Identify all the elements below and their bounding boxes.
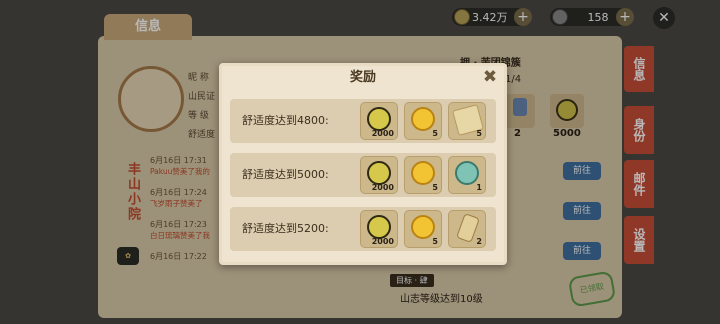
jade-coin-icon xyxy=(367,161,391,185)
reward-qty: 5 xyxy=(432,237,438,246)
teal-bowl-icon xyxy=(455,161,479,185)
gold-coin-icon xyxy=(411,215,435,239)
reward-qty: 2000 xyxy=(371,129,394,138)
reward-item[interactable]: 1 xyxy=(448,156,486,194)
reward-item[interactable]: 2000 xyxy=(360,156,398,194)
reward-item[interactable]: 5 xyxy=(404,102,442,140)
reward-qty: 5 xyxy=(476,129,482,138)
reward-item[interactable]: 2 xyxy=(448,210,486,248)
reward-item[interactable]: 2000 xyxy=(360,102,398,140)
reward-qty: 1 xyxy=(476,183,482,192)
reward-item[interactable]: 5 xyxy=(448,102,486,140)
row-requirement: 舒适度达到5000: xyxy=(242,168,329,181)
reward-qty: 5 xyxy=(432,129,438,138)
reward-row: 舒适度达到5000: 2000 5 1 xyxy=(230,153,496,197)
reward-row: 舒适度达到5200: 2000 5 2 xyxy=(230,207,496,251)
close-icon[interactable]: ✖ xyxy=(480,67,500,87)
reward-row: 舒适度达到4800: 2000 5 5 xyxy=(230,99,496,143)
modal-title: 奖励 xyxy=(349,70,376,85)
gold-coin-icon xyxy=(411,161,435,185)
reward-item[interactable]: 5 xyxy=(404,210,442,248)
jade-coin-icon xyxy=(367,107,391,131)
reward-qty: 2 xyxy=(476,237,482,246)
gold-coin-icon xyxy=(411,107,435,131)
row-requirement: 舒适度达到4800: xyxy=(242,114,329,127)
jade-coin-icon xyxy=(367,215,391,239)
reward-modal: 奖励 ✖ 舒适度达到4800: 2000 5 5 舒适度达到5000: 2000… xyxy=(219,63,507,265)
reward-qty: 5 xyxy=(432,183,438,192)
row-requirement: 舒适度达到5200: xyxy=(242,222,329,235)
reward-qty: 2000 xyxy=(371,183,394,192)
reward-item[interactable]: 5 xyxy=(404,156,442,194)
reward-item[interactable]: 2000 xyxy=(360,210,398,248)
reward-qty: 2000 xyxy=(371,237,394,246)
